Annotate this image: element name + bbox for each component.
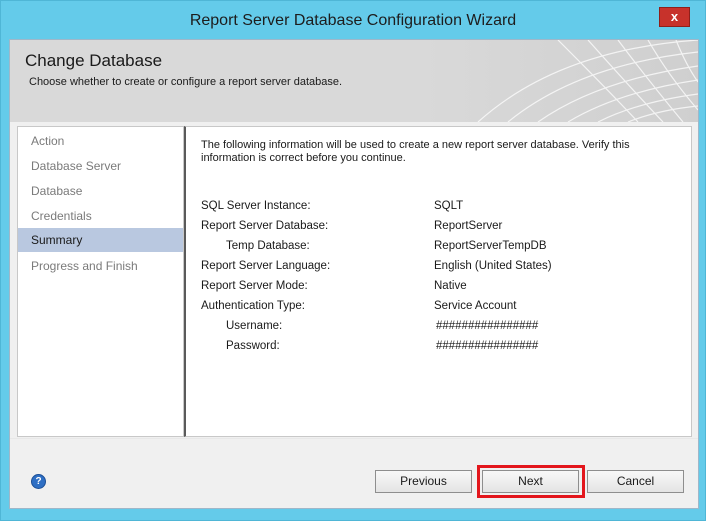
wizard-window: Report Server Database Configuration Wiz… [0, 0, 706, 521]
summary-label: Report Server Language: [201, 260, 331, 272]
summary-row: Authentication Type: Service Account [186, 300, 686, 320]
summary-value: English (United States) [434, 260, 552, 272]
next-button-highlight [477, 465, 585, 498]
summary-row: Temp Database: ReportServerTempDB [186, 240, 686, 260]
wizard-steps-nav: Action Database Server Database Credenti… [17, 126, 184, 437]
summary-label: Report Server Mode: [201, 280, 308, 292]
window-title: Report Server Database Configuration Wiz… [189, 12, 517, 29]
summary-row: Report Server Database: ReportServer [186, 220, 686, 240]
close-button[interactable]: x [659, 7, 690, 27]
nav-item-database-server[interactable]: Database Server [18, 154, 183, 178]
header-banner: Change Database Choose whether to create… [10, 40, 698, 122]
summary-label: Password: [226, 340, 280, 352]
banner-decoration [477, 40, 698, 122]
summary-row: Report Server Language: English (United … [186, 260, 686, 280]
nav-item-progress-and-finish[interactable]: Progress and Finish [18, 254, 183, 278]
previous-button[interactable]: Previous [375, 470, 472, 493]
title-bar[interactable]: Report Server Database Configuration Wiz… [1, 1, 705, 41]
summary-value: ################ [436, 340, 539, 352]
summary-row: Password: ################ [186, 340, 686, 360]
summary-value: SQLT [434, 200, 464, 212]
summary-row: Report Server Mode: Native [186, 280, 686, 300]
page-title: Change Database [25, 51, 163, 70]
summary-value: ReportServerTempDB [434, 240, 547, 252]
summary-value: Service Account [434, 300, 517, 312]
footer-divider [10, 438, 698, 439]
close-icon: x [670, 9, 679, 24]
nav-item-action[interactable]: Action [18, 129, 183, 153]
summary-label: SQL Server Instance: [201, 200, 311, 212]
summary-row: Username: ################ [186, 320, 686, 340]
nav-item-credentials[interactable]: Credentials [18, 204, 183, 228]
summary-intro-text: The following information will be used t… [201, 139, 630, 164]
cancel-button[interactable]: Cancel [587, 470, 684, 493]
summary-value: ReportServer [434, 220, 503, 232]
page-subtitle: Choose whether to create or configure a … [29, 76, 343, 88]
nav-item-summary[interactable]: Summary [18, 228, 183, 252]
nav-item-database[interactable]: Database [18, 179, 183, 203]
summary-row: SQL Server Instance: SQLT [186, 200, 686, 220]
wizard-client-area: Change Database Choose whether to create… [9, 39, 699, 509]
summary-label: Authentication Type: [201, 300, 305, 312]
summary-label: Report Server Database: [201, 220, 329, 232]
summary-panel: The following information will be used t… [184, 126, 692, 437]
summary-label: Temp Database: [226, 240, 310, 252]
summary-value: Native [434, 280, 467, 292]
help-icon[interactable]: ? [31, 474, 46, 489]
summary-label: Username: [226, 320, 283, 332]
summary-value: ################ [436, 320, 539, 332]
